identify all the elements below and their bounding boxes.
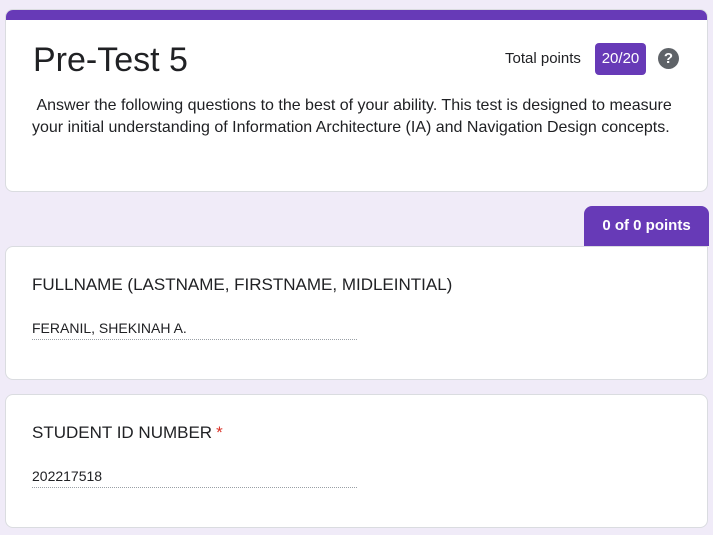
header-accent-bar — [6, 10, 707, 20]
student-id-answer-field[interactable]: 202217518 — [32, 466, 357, 488]
total-points-badge: 20/20 — [595, 43, 646, 75]
form-header-card: Pre-Test 5 Total points 20/20 ? Answer t… — [5, 9, 708, 192]
question-card-student-id: STUDENT ID NUMBER * 202217518 — [5, 394, 708, 528]
fullname-answer-field[interactable]: FERANIL, SHEKINAH A. — [32, 318, 357, 340]
question-title-text: STUDENT ID NUMBER — [32, 423, 213, 442]
question-title: FULLNAME (LASTNAME, FIRSTNAME, MIDLEINTI… — [32, 275, 453, 294]
form-title: Pre-Test 5 — [33, 41, 188, 79]
required-asterisk: * — [216, 423, 223, 442]
question-card-fullname: FULLNAME (LASTNAME, FIRSTNAME, MIDLEINTI… — [5, 246, 708, 380]
total-points-label: Total points — [505, 50, 581, 67]
form-description: Answer the following questions to the be… — [32, 97, 677, 136]
help-icon[interactable]: ? — [658, 48, 679, 69]
question-title: STUDENT ID NUMBER * — [32, 423, 223, 443]
section-points-tab: 0 of 0 points — [584, 206, 709, 246]
